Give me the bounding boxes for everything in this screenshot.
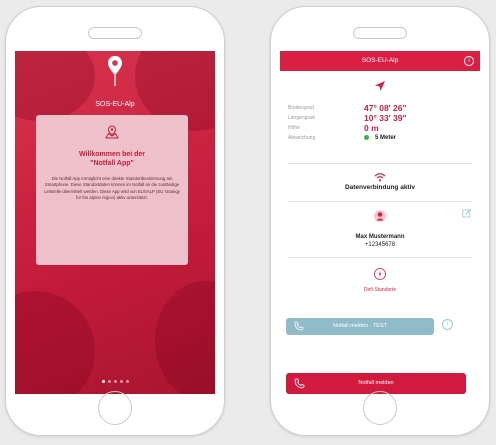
app-name: SOS-EU-Alp [95,101,135,108]
page-indicator[interactable] [15,370,215,388]
longitude-label: Längengrad [288,115,315,121]
page-dot[interactable] [125,380,129,383]
speaker-grille [88,27,142,39]
app-title: SOS-EU-Alp [361,57,399,64]
phone-frame-right: SOS-EU-Alp i Breitengrad 47° 08' 26" Län… [270,6,490,436]
altitude-label: Höhe [288,125,300,131]
map-icon [44,125,180,144]
app-header: SOS-EU-Alp i [280,51,480,71]
welcome-title: Willkommen bei der "Notfall App" [44,150,180,168]
navigation-arrow-icon [280,79,480,98]
latitude-value: 47° 08' 26" [364,103,407,113]
latitude-label: Breitengrad [288,105,314,111]
emergency-test-button[interactable]: Notfall melden - TEST [286,318,434,335]
test-info-icon[interactable]: i [442,319,453,330]
contact-name: Max Mustermann [355,234,405,240]
info-icon[interactable]: i [464,56,474,66]
main-screen: SOS-EU-Alp i Breitengrad 47° 08' 26" Län… [280,51,480,394]
welcome-title-line2: "Notfall App" [90,160,134,167]
altitude-row: Höhe 0 m [288,123,468,133]
accuracy-value: 5 Meter [364,135,396,141]
divider [288,163,472,164]
page-dot[interactable] [107,380,111,383]
page-dot[interactable] [113,380,117,383]
status-dot-icon [364,135,369,140]
home-button[interactable] [363,391,397,425]
home-button[interactable] [98,391,132,425]
accuracy-row: Abweichung 5 Meter [288,133,468,143]
location-pin-icon [107,55,123,92]
phone-frame-left: SOS-EU-Alp Willkommen bei der "Notfall A… [5,6,225,436]
connection-status: Datenverbindung aktiv [344,184,416,191]
longitude-value: 10° 33' 39" [364,113,407,123]
page-dot[interactable] [101,380,105,383]
contact-phone: +12345678 [364,242,396,248]
altitude-value: 0 m [364,123,379,133]
latitude-row: Breitengrad 47° 08' 26" [288,103,468,113]
divider [288,257,472,258]
defi-locations-link[interactable]: Defi-Standorte [280,287,480,293]
defibrillator-icon[interactable] [280,267,480,286]
background-shape [15,51,95,121]
longitude-row: Längengrad 10° 33' 39" [288,113,468,123]
welcome-title-line1: Willkommen bei der [78,151,146,158]
welcome-text: Die Notfall App ermöglicht eine direkte … [44,176,180,201]
page-dot[interactable] [119,380,123,383]
speaker-grille [353,27,407,39]
splash-screen: SOS-EU-Alp Willkommen bei der "Notfall A… [15,51,215,394]
divider [288,201,472,202]
accuracy-text: 5 Meter [375,135,397,142]
contact-avatar-icon [280,209,480,228]
accuracy-label: Abweichung [288,135,316,141]
emergency-test-label: Notfall melden - TEST [332,323,387,329]
edit-icon[interactable] [462,205,472,223]
location-panel: Breitengrad 47° 08' 26" Längengrad 10° 3… [288,103,468,143]
welcome-card: Willkommen bei der "Notfall App" Die Not… [36,115,188,265]
